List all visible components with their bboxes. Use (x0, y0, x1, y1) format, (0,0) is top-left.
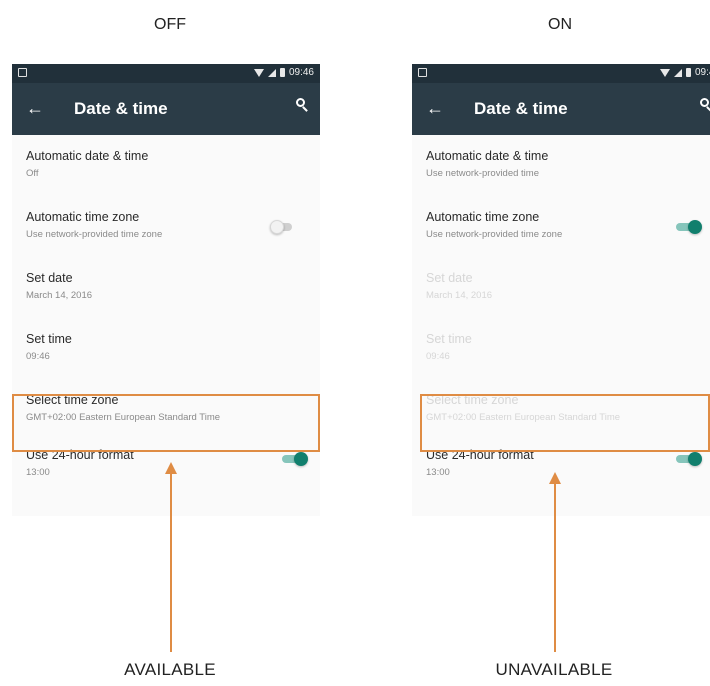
set-date-item: Set date March 14, 2016 (412, 257, 710, 318)
item-title: Set time (426, 332, 472, 346)
battery-icon (279, 68, 285, 77)
set-time-item: Set time 09:46 (412, 318, 710, 379)
item-title: Set date (426, 271, 473, 285)
set-time-item[interactable]: Set time 09:46 (12, 318, 320, 379)
arrow-line (170, 472, 172, 652)
automatic-time-zone-item[interactable]: Automatic time zone Use network-provided… (412, 196, 710, 257)
item-subtitle: 09:46 (426, 351, 450, 362)
item-title: Automatic time zone (426, 210, 540, 224)
app-toolbar: ← Date & time (12, 83, 320, 135)
item-subtitle: 09:46 (26, 351, 50, 362)
label-unavailable: UNAVAILABLE (495, 660, 613, 679)
set-date-item[interactable]: Set date March 14, 2016 (12, 257, 320, 318)
status-bar: 09:46 (12, 64, 320, 83)
status-time: 09:46 (694, 67, 710, 78)
signal-icon (673, 68, 682, 77)
item-subtitle: Use network-provided time zone (426, 229, 563, 240)
page-title: Date & time (74, 99, 168, 118)
back-arrow-icon[interactable]: ← (26, 98, 44, 119)
status-time: 09:46 (288, 67, 314, 78)
battery-icon (685, 68, 691, 77)
item-subtitle: Use network-provided time zone (26, 229, 163, 240)
item-subtitle: March 14, 2016 (426, 290, 493, 301)
item-title: Automatic time zone (26, 210, 140, 224)
arrow-line (554, 482, 556, 652)
item-subtitle: March 14, 2016 (26, 290, 93, 301)
item-title: Automatic date & time (426, 149, 549, 163)
highlight-box-unavailable (420, 394, 710, 452)
page-title: Date & time (474, 99, 568, 118)
item-subtitle: 13:00 (26, 467, 50, 478)
item-subtitle: Use network-provided time (426, 168, 539, 179)
item-subtitle: Off (26, 168, 39, 179)
highlight-box-available (12, 394, 320, 452)
app-toolbar: ← Date & time (412, 83, 710, 135)
label-available: AVAILABLE (124, 660, 216, 679)
label-off: OFF (154, 16, 186, 33)
status-bar: 09:46 (412, 64, 710, 83)
item-title: Set time (26, 332, 72, 346)
notification-icon (418, 68, 427, 77)
automatic-time-zone-toggle[interactable] (676, 220, 702, 234)
notification-icon (18, 68, 27, 77)
back-arrow-icon[interactable]: ← (426, 98, 444, 119)
item-title: Set date (26, 271, 73, 285)
use-24-hour-format-toggle[interactable] (282, 452, 308, 466)
automatic-time-zone-toggle[interactable] (270, 220, 296, 234)
signal-icon (267, 68, 276, 77)
use-24-hour-format-toggle[interactable] (676, 452, 702, 466)
item-subtitle: 13:00 (426, 467, 450, 478)
search-icon[interactable] (700, 98, 710, 114)
wifi-icon (659, 68, 670, 77)
automatic-date-time-item[interactable]: Automatic date & time Off (12, 135, 320, 196)
automatic-time-zone-item[interactable]: Automatic time zone Use network-provided… (12, 196, 320, 257)
wifi-icon (253, 68, 264, 77)
item-title: Automatic date & time (26, 149, 149, 163)
search-icon[interactable] (296, 98, 308, 114)
automatic-date-time-item[interactable]: Automatic date & time Use network-provid… (412, 135, 710, 196)
label-on: ON (548, 16, 572, 33)
